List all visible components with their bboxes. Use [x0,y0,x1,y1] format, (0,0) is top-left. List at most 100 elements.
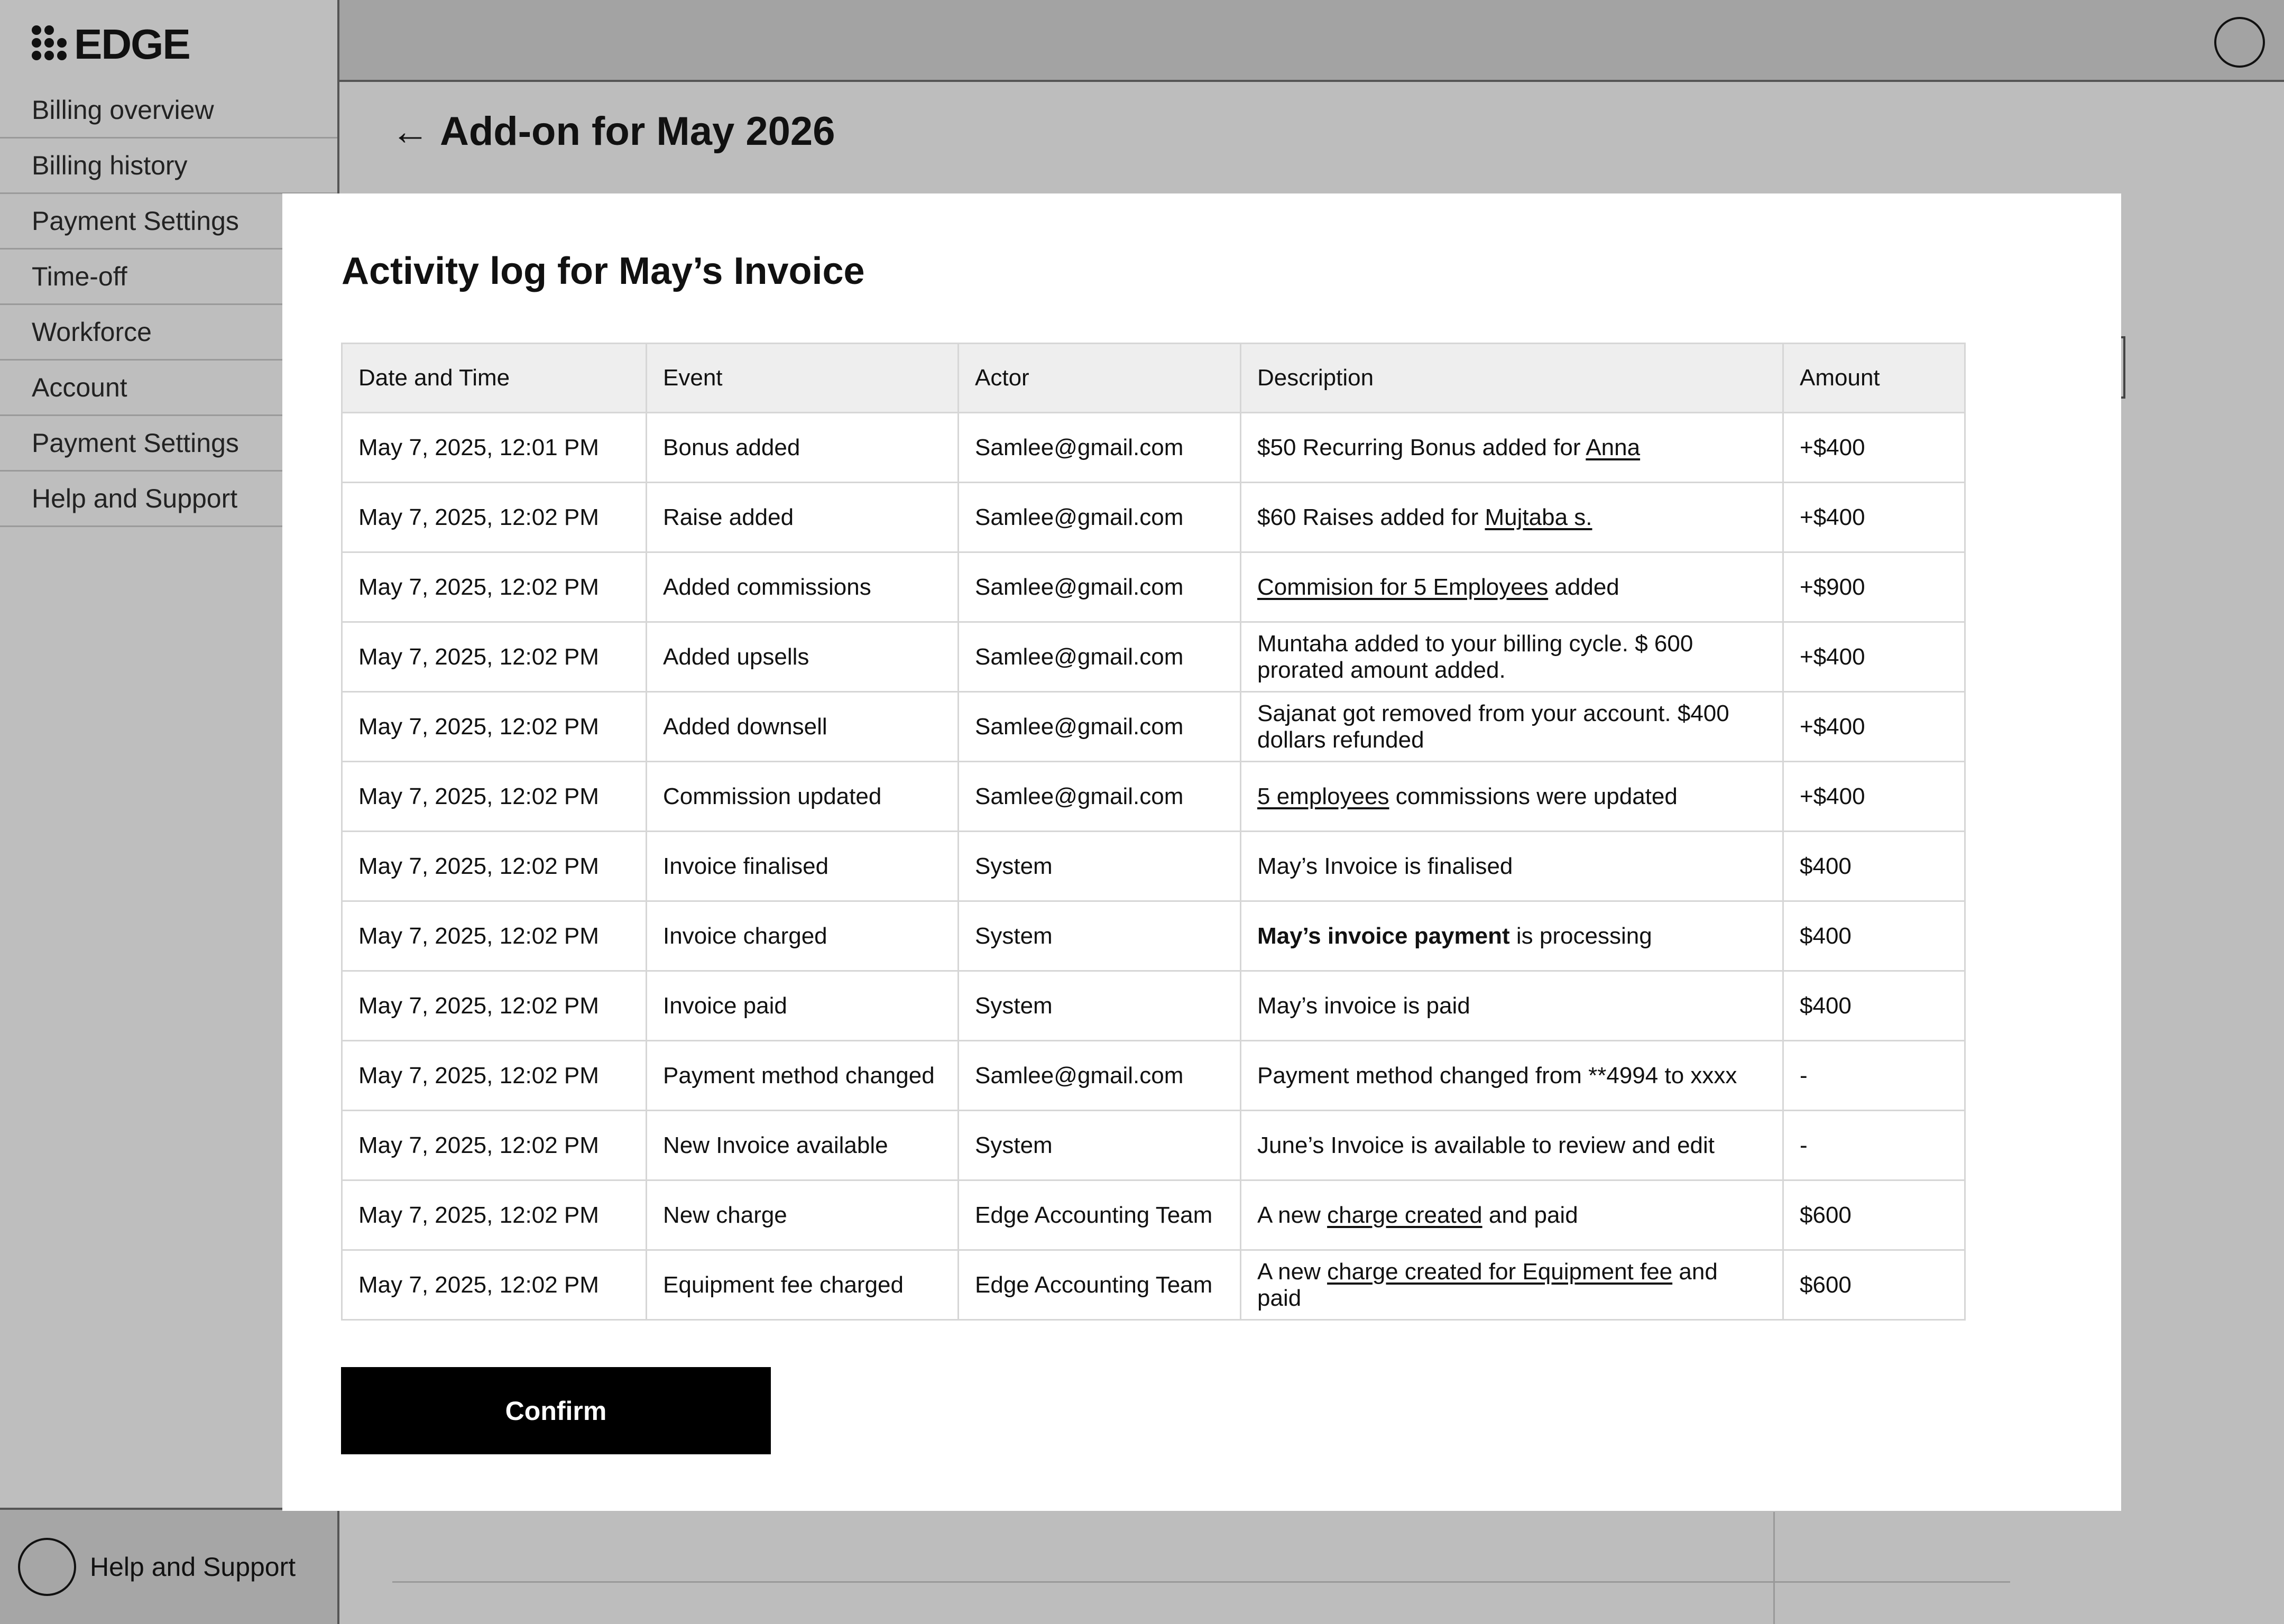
table-row: May 7, 2025, 12:01 PM Bonus added Samlee@g… [341,412,1966,483]
table-row: May 7, 2025, 12:02 PM Added commissions Sa… [341,551,1966,623]
cell-amount: $400 [1782,900,1966,972]
brand-logo[interactable]: EDGE [32,21,191,68]
cell-amount: $600 [1782,1179,1966,1251]
description-link[interactable]: Anna [1586,435,1640,460]
description-text-suffix: is processing [1509,922,1652,949]
cell-event: Commission updated [646,761,959,832]
cell-date: May 7, 2025, 12:02 PM [341,482,647,553]
cell-date: May 7, 2025, 12:02 PM [341,900,647,972]
cell-actor: System [957,1110,1241,1181]
activity-log-modal: Activity log for May’s Invoice Date and … [282,193,2121,1511]
sidebar-footer-label: Help and Support [90,1552,296,1582]
help-avatar-icon [18,1538,76,1596]
cell-description: June’s Invoice is available to review an… [1240,1110,1784,1181]
back-arrow-icon[interactable]: ← [391,113,429,151]
description-link[interactable]: charge created for Equipment fee [1327,1259,1672,1285]
cell-description: Muntaha added to your billing cycle. $ 6… [1240,621,1784,693]
cell-event: Invoice paid [646,970,959,1041]
cell-description: $60 Raises added for Mujtaba s. [1240,482,1784,553]
confirm-button[interactable]: Confirm [341,1367,771,1454]
cell-event: Added upsells [646,621,959,693]
brand-name: EDGE [74,21,191,68]
table-row: May 7, 2025, 12:02 PM Added upsells Samlee… [341,621,1966,693]
cell-description: May’s invoice payment is processing [1240,900,1784,972]
description-bold-text: May’s invoice payment [1257,922,1510,949]
description-link[interactable]: 5 employees [1257,783,1389,809]
cell-description: May’s invoice is paid [1240,970,1784,1041]
cell-amount: - [1782,1110,1966,1181]
table-header-row: Date and Time Event Actor Description Am… [341,343,1966,413]
description-link[interactable]: Commision for 5 Employees [1257,574,1548,600]
description-text-suffix: commissions were updated [1389,783,1678,809]
cell-amount: +$400 [1782,621,1966,693]
cell-description: May’s Invoice is finalised [1240,831,1784,902]
description-text: Sajanat got removed from your account. $… [1257,700,1729,753]
cell-date: May 7, 2025, 12:02 PM [341,831,647,902]
cell-amount: +$400 [1782,691,1966,762]
table-row: May 7, 2025, 12:02 PM Invoice charged Syst… [341,900,1966,972]
activity-log-body: May 7, 2025, 12:01 PM Bonus added Samlee@g… [341,412,1966,1321]
cell-actor: Samlee@gmail.com [957,761,1241,832]
column-header-actor: Actor [957,343,1241,413]
table-row: May 7, 2025, 12:02 PM Payment method chan… [341,1040,1966,1111]
description-text-suffix: and paid [1482,1202,1578,1228]
cell-event: New charge [646,1179,959,1251]
cell-date: May 7, 2025, 12:02 PM [341,691,647,762]
description-text: Payment method changed from **4994 to xx… [1257,1062,1737,1088]
cell-actor: Edge Accounting Team [957,1249,1241,1321]
edge-logo-icon [32,25,67,63]
user-avatar[interactable] [2214,17,2265,68]
cell-date: May 7, 2025, 12:02 PM [341,970,647,1041]
cell-description: Sajanat got removed from your account. $… [1240,691,1784,762]
description-text: $50 Recurring Bonus added for [1257,434,1586,460]
table-row: May 7, 2025, 12:02 PM Equipment fee charg… [341,1249,1966,1321]
description-text: May’s invoice is paid [1257,992,1470,1019]
cell-actor: System [957,900,1241,972]
cell-date: May 7, 2025, 12:02 PM [341,551,647,623]
sidebar-footer-help[interactable]: Help and Support [0,1508,337,1624]
cell-description: $50 Recurring Bonus added for Anna [1240,412,1784,483]
description-link[interactable]: charge created [1327,1202,1482,1228]
cell-actor: Samlee@gmail.com [957,691,1241,762]
cell-amount: +$400 [1782,412,1966,483]
sidebar-item-billing-overview[interactable]: Billing overview [0,83,337,139]
cell-event: Equipment fee charged [646,1249,959,1321]
cell-amount: $400 [1782,831,1966,902]
description-text: A new [1257,1259,1328,1285]
cell-date: May 7, 2025, 12:02 PM [341,1179,647,1251]
cell-event: Added downsell [646,691,959,762]
background-divider [392,1581,2010,1583]
column-header-date: Date and Time [341,343,647,413]
cell-event: Invoice charged [646,900,959,972]
page-header: ← Add-on for May 2026 [391,108,835,154]
cell-actor: Samlee@gmail.com [957,1040,1241,1111]
cell-actor: System [957,831,1241,902]
cell-event: Added commissions [646,551,959,623]
description-text: Muntaha added to your billing cycle. $ 6… [1257,631,1693,683]
cell-event: Raise added [646,482,959,553]
cell-description: A new charge created and paid [1240,1179,1784,1251]
table-row: May 7, 2025, 12:02 PM Invoice finalised Sy… [341,831,1966,902]
description-link[interactable]: Mujtaba s. [1485,504,1592,530]
modal-title: Activity log for May’s Invoice [342,250,865,292]
app-root: EDGE Billing overview Billing history Pa… [0,0,2284,1624]
cell-event: Payment method changed [646,1040,959,1111]
cell-date: May 7, 2025, 12:02 PM [341,1249,647,1321]
cell-amount: - [1782,1040,1966,1111]
cell-date: May 7, 2025, 12:02 PM [341,761,647,832]
description-text: A new [1257,1202,1328,1228]
description-text: May’s Invoice is finalised [1257,853,1513,879]
table-row: May 7, 2025, 12:02 PM New Invoice availab… [341,1110,1966,1181]
activity-log-table: Date and Time Event Actor Description Am… [341,343,1966,1321]
cell-actor: Samlee@gmail.com [957,482,1241,553]
cell-amount: +$900 [1782,551,1966,623]
cell-date: May 7, 2025, 12:02 PM [341,621,647,693]
cell-actor: Samlee@gmail.com [957,551,1241,623]
cell-actor: Edge Accounting Team [957,1179,1241,1251]
cell-description: Commision for 5 Employees added [1240,551,1784,623]
cell-amount: $400 [1782,970,1966,1041]
cell-description: 5 employees commissions were updated [1240,761,1784,832]
table-row: May 7, 2025, 12:02 PM Raise added Samlee@g… [341,482,1966,553]
cell-amount: +$400 [1782,482,1966,553]
sidebar-item-billing-history[interactable]: Billing history [0,139,337,194]
